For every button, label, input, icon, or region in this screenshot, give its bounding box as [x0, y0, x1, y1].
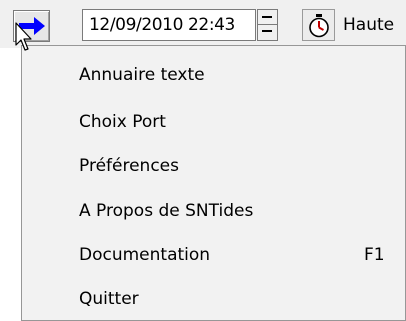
spin-up-button[interactable] — [258, 10, 277, 25]
timer-button[interactable] — [302, 9, 335, 41]
spin-down-button[interactable] — [258, 25, 277, 40]
menu-item-label: A Propos de SNTides — [79, 201, 254, 221]
menu-item-shortcut: F1 — [364, 245, 385, 265]
partial-label: Haute — [343, 15, 395, 35]
toolbar: 12/09/2010 22:43 Haute — [0, 0, 406, 48]
menu-item-preferences[interactable]: Préférences — [22, 148, 405, 184]
menu-item-label: Annuaire texte — [79, 65, 205, 85]
menu-item-documentation[interactable]: Documentation F1 — [22, 237, 405, 273]
menu-item-label: Quitter — [79, 289, 139, 309]
minus-icon — [262, 30, 272, 32]
mouse-cursor-icon — [15, 22, 32, 51]
menu-item-choix-port[interactable]: Choix Port — [22, 104, 405, 140]
menu-item-label: Documentation — [79, 245, 211, 265]
dropdown-menu: Annuaire texte Choix Port Préférences A … — [21, 45, 406, 321]
menu-item-annuaire-texte[interactable]: Annuaire texte — [22, 57, 405, 93]
menu-item-label: Choix Port — [79, 112, 166, 132]
stopwatch-icon — [309, 14, 329, 38]
minus-icon — [262, 16, 272, 18]
menu-item-quitter[interactable]: Quitter — [22, 281, 405, 317]
date-time-spinner — [257, 9, 278, 41]
menu-item-a-propos[interactable]: A Propos de SNTides — [22, 193, 405, 229]
menu-item-label: Préférences — [79, 156, 179, 176]
date-time-input[interactable]: 12/09/2010 22:43 — [82, 9, 256, 41]
